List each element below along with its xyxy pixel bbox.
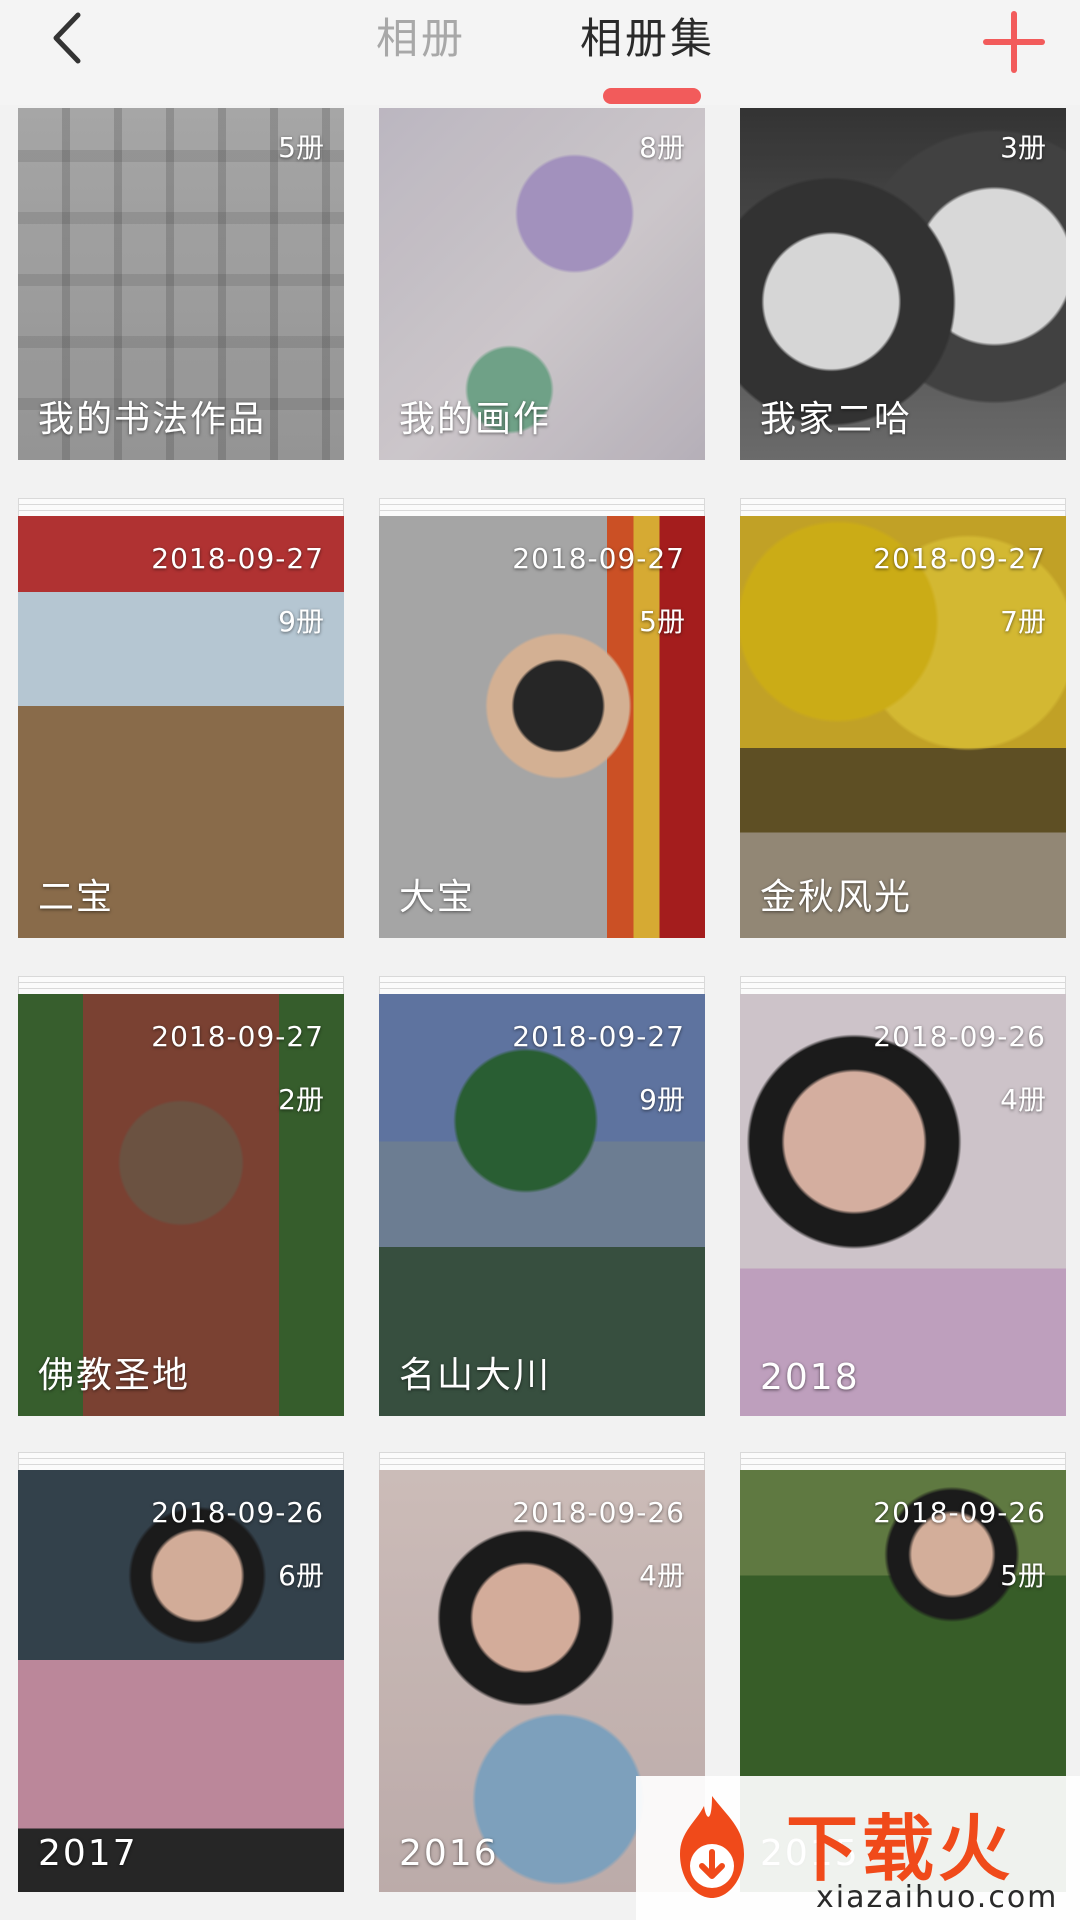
album-cover: 2018-09-27 5册 大宝 (379, 516, 705, 938)
album-cover: 2018-09-26 6册 2017 (18, 1470, 344, 1892)
album-title: 大宝 (399, 877, 476, 918)
album-count: 7册 (1000, 605, 1046, 638)
album-card[interactable]: 5册 我的书法作品 (18, 108, 344, 460)
album-card[interactable]: 2018-09-27 7册 金秋风光 (740, 498, 1066, 938)
album-date: 2018-09-27 (873, 542, 1046, 575)
album-title: 名山大川 (399, 1355, 552, 1396)
album-date: 2018-09-27 (512, 1020, 685, 1053)
album-date: 2018-09-27 (512, 542, 685, 575)
album-grid: 5册 我的书法作品 8册 我的画作 3册 我家二哈 2018-09-27 9册 … (0, 0, 1080, 1920)
album-date: 2018-09-26 (512, 1496, 685, 1529)
album-count: 4册 (1000, 1083, 1046, 1116)
album-title: 2016 (399, 1833, 499, 1874)
album-title: 佛教圣地 (38, 1355, 191, 1396)
album-title: 二宝 (38, 877, 115, 918)
album-title: 2017 (38, 1833, 138, 1874)
album-card[interactable]: 2018-09-26 6册 2017 (18, 1452, 344, 1892)
album-cover: 2018-09-26 4册 2018 (740, 994, 1066, 1416)
album-count: 3册 (1000, 131, 1046, 164)
album-count: 2册 (278, 1083, 324, 1116)
album-count: 9册 (278, 605, 324, 638)
album-title: 2018 (760, 1357, 860, 1398)
album-card[interactable]: 2018-09-26 4册 2018 (740, 976, 1066, 1416)
album-title: 我的书法作品 (38, 399, 267, 440)
album-cover: 2018-09-27 9册 名山大川 (379, 994, 705, 1416)
album-card[interactable]: 8册 我的画作 (379, 108, 705, 460)
album-date: 2018-09-27 (151, 542, 324, 575)
album-cover: 2018-09-27 2册 佛教圣地 (18, 994, 344, 1416)
album-card[interactable]: 2018-09-27 9册 二宝 (18, 498, 344, 938)
flame-logo-icon (680, 1796, 744, 1898)
album-card[interactable]: 2018-09-27 9册 名山大川 (379, 976, 705, 1416)
album-count: 9册 (639, 1083, 685, 1116)
album-count: 5册 (639, 605, 685, 638)
album-cover: 2018-09-27 7册 金秋风光 (740, 516, 1066, 938)
album-date: 2018-09-27 (151, 1020, 324, 1053)
album-count: 4册 (639, 1559, 685, 1592)
album-cover: 2018-09-27 9册 二宝 (18, 516, 344, 938)
album-card[interactable]: 3册 我家二哈 (740, 108, 1066, 460)
album-card[interactable]: 2018-09-27 5册 大宝 (379, 498, 705, 938)
album-cover: 5册 我的书法作品 (18, 108, 344, 460)
album-count: 8册 (639, 131, 685, 164)
album-title: 我的画作 (399, 399, 552, 440)
album-date: 2018-09-26 (873, 1496, 1046, 1529)
album-date: 2018-09-26 (151, 1496, 324, 1529)
album-title: 金秋风光 (760, 877, 913, 918)
album-count: 5册 (1000, 1559, 1046, 1592)
album-cover: 3册 我家二哈 (740, 108, 1066, 460)
album-count: 6册 (278, 1559, 324, 1592)
album-cover: 8册 我的画作 (379, 108, 705, 460)
watermark: 下载火 xiazaihuo.com (636, 1776, 1080, 1920)
album-count: 5册 (278, 131, 324, 164)
album-card[interactable]: 2018-09-27 2册 佛教圣地 (18, 976, 344, 1416)
watermark-url: xiazaihuo.com (816, 1880, 1059, 1915)
album-date: 2018-09-26 (873, 1020, 1046, 1053)
album-title: 我家二哈 (760, 399, 913, 440)
